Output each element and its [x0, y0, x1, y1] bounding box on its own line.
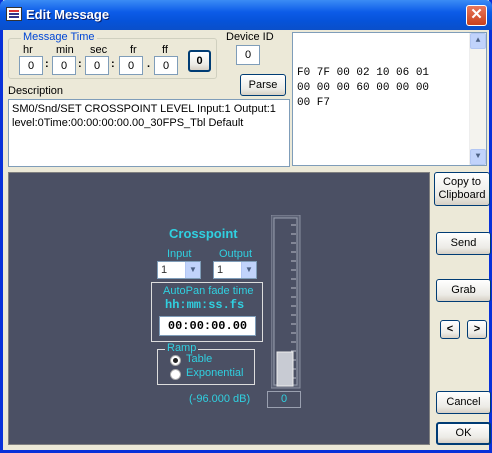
input-value: 1: [161, 264, 168, 276]
previous-button[interactable]: <: [440, 320, 460, 339]
window-title: Edit Message: [26, 7, 110, 22]
fr-field[interactable]: 0: [119, 56, 143, 75]
parse-button[interactable]: Parse: [240, 74, 286, 96]
min-field[interactable]: 0: [52, 56, 76, 75]
ramp-exponential-label: Exponential: [186, 367, 244, 379]
chevron-down-icon[interactable]: ▼: [241, 262, 256, 278]
panel-title: Crosspoint: [169, 226, 238, 241]
autopan-format: hh:mm:ss.fs: [165, 298, 245, 312]
output-label: Output: [219, 248, 253, 260]
fr-label: fr: [130, 44, 137, 56]
scroll-up-icon[interactable]: ▲: [470, 33, 486, 49]
copy-to-clipboard-button[interactable]: Copy to Clipboard: [434, 172, 490, 206]
time-format-button[interactable]: 0: [188, 50, 211, 72]
hr-field[interactable]: 0: [19, 56, 43, 75]
time-separator: :: [45, 58, 49, 70]
input-label: Input: [167, 248, 192, 260]
chevron-down-icon[interactable]: ▼: [185, 262, 200, 278]
level-value-field[interactable]: 0: [267, 391, 301, 408]
next-button[interactable]: >: [467, 320, 487, 339]
message-icon: [6, 7, 22, 21]
crosspoint-panel: Crosspoint Input Output 1 ▼ 1 ▼ AutoPan …: [8, 172, 430, 445]
ff-label: ff: [162, 44, 168, 56]
close-button[interactable]: ✕: [466, 5, 487, 26]
send-button[interactable]: Send: [436, 232, 491, 255]
output-value: 1: [217, 264, 224, 276]
input-select[interactable]: 1 ▼: [157, 261, 201, 279]
sec-label: sec: [90, 44, 108, 56]
cancel-button[interactable]: Cancel: [436, 391, 491, 414]
time-separator: :: [111, 58, 115, 70]
ok-button[interactable]: OK: [436, 422, 491, 445]
autopan-time-field[interactable]: 00:00:00.00: [159, 316, 256, 336]
hex-scrollbar[interactable]: ▲ ▼: [469, 33, 486, 165]
edit-message-window: Edit Message ✕ Message Time hr min sec f…: [0, 0, 492, 453]
ramp-exponential-radio[interactable]: [170, 369, 181, 380]
hex-message-box[interactable]: F0 7F 00 02 10 06 01 00 00 00 60 00 00 0…: [292, 32, 487, 166]
sec-field[interactable]: 0: [85, 56, 109, 75]
device-id-label: Device ID: [226, 31, 274, 43]
time-separator: :: [78, 58, 82, 70]
autopan-label: AutoPan fade time: [163, 285, 254, 297]
message-time-legend: Message Time: [21, 31, 97, 43]
device-id-field[interactable]: 0: [236, 45, 260, 65]
ff-field[interactable]: 0: [154, 56, 178, 75]
min-label: min: [56, 44, 74, 56]
level-fader[interactable]: [271, 215, 301, 389]
time-separator: .: [147, 58, 151, 70]
ramp-table-label: Table: [186, 353, 213, 365]
title-bar[interactable]: Edit Message ✕: [0, 0, 492, 30]
hex-text: F0 7F 00 02 10 06 01 00 00 00 60 00 00 0…: [297, 67, 430, 109]
description-label: Description: [8, 85, 64, 97]
level-db-label: (-96.000 dB): [189, 393, 251, 405]
scroll-down-icon[interactable]: ▼: [470, 149, 486, 165]
grab-button[interactable]: Grab: [436, 279, 491, 302]
description-box[interactable]: SM0/Snd/SET CROSSPOINT LEVEL Input:1 Out…: [8, 99, 290, 167]
hr-label: hr: [23, 44, 33, 56]
ramp-table-radio[interactable]: [170, 355, 181, 366]
fader-knob[interactable]: [276, 351, 294, 387]
output-select[interactable]: 1 ▼: [213, 261, 257, 279]
